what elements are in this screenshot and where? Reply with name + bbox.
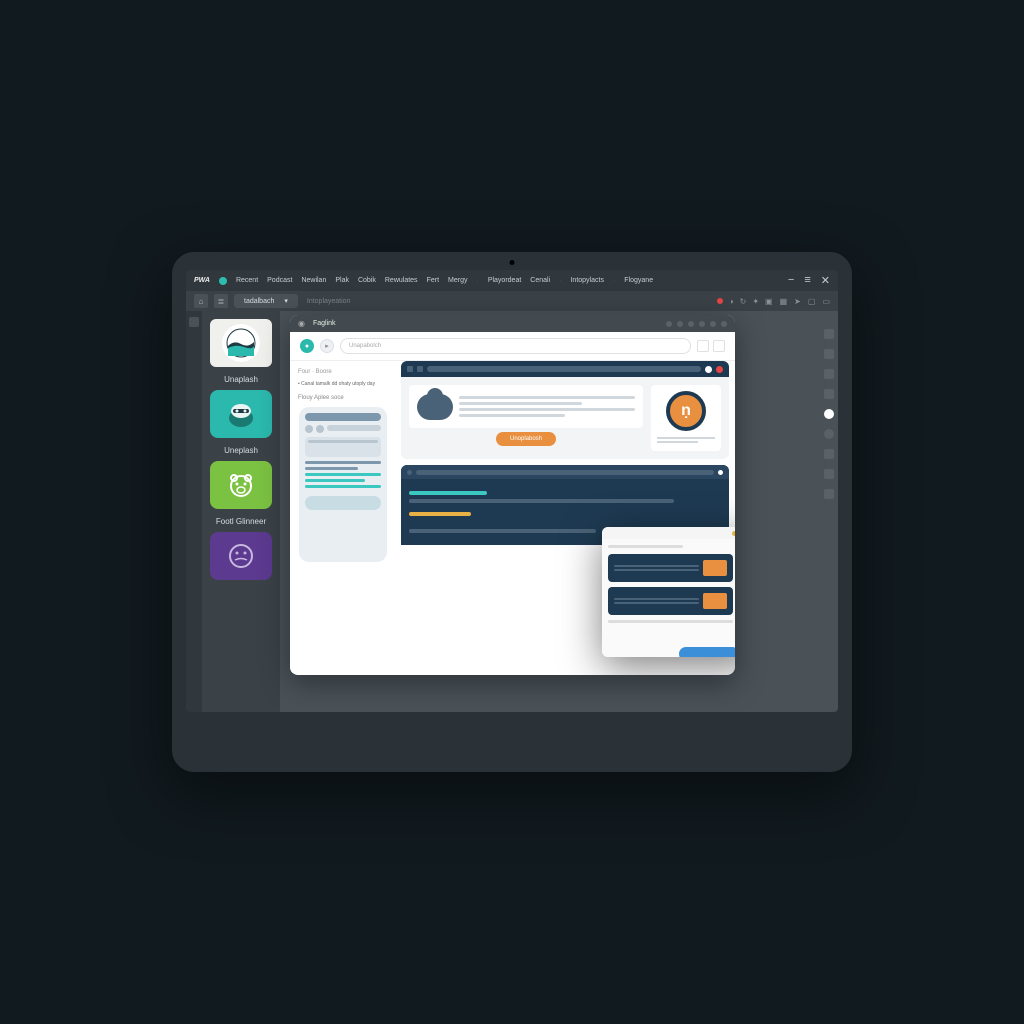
sidebar: Unaplash Uneplash Footl Glinneer bbox=[202, 311, 280, 712]
sidebar-tile-unsplash[interactable] bbox=[210, 319, 272, 367]
dot-icon[interactable] bbox=[666, 321, 672, 327]
layers-icon[interactable]: ▣ bbox=[765, 297, 773, 306]
box-icon[interactable]: ▢ bbox=[808, 297, 816, 306]
brand-badge-icon: ṇ bbox=[666, 391, 706, 431]
sidebar-label: Uneplash bbox=[224, 446, 258, 455]
chart-icon[interactable]: ◑ bbox=[729, 297, 734, 306]
menu-icon[interactable] bbox=[713, 340, 725, 352]
panel-icon[interactable] bbox=[824, 389, 834, 399]
browser-title: Faglink bbox=[313, 320, 336, 327]
sidebar-tile-robot[interactable] bbox=[210, 390, 272, 438]
panel-icon[interactable] bbox=[824, 349, 834, 359]
close-icon[interactable]: ✕ bbox=[821, 274, 830, 287]
action-pill-button[interactable] bbox=[679, 647, 735, 657]
menubar: PWA Recent Podcast Newilan Plak Cobik Re… bbox=[186, 270, 838, 291]
wave-logo-icon bbox=[222, 324, 260, 362]
sidebar-tile-face[interactable] bbox=[210, 532, 272, 580]
rail-icon[interactable] bbox=[189, 317, 199, 327]
wand-icon[interactable]: ✦ bbox=[752, 297, 759, 306]
breadcrumb-item[interactable]: Flogyane bbox=[624, 277, 653, 284]
menu-item[interactable]: Newilan bbox=[301, 277, 326, 284]
toolbar: ⌂ ≣ tadalbach▾ Intoplayeation ◑ ↻ ✦ ▣ ▦ … bbox=[186, 291, 838, 311]
list-icon[interactable]: ≣ bbox=[214, 294, 228, 308]
dot-icon[interactable] bbox=[721, 321, 727, 327]
bookmark-icon[interactable] bbox=[697, 340, 709, 352]
breadcrumb-item[interactable]: Intopylacts bbox=[570, 277, 603, 284]
breadcrumb[interactable]: Four · Boore bbox=[298, 369, 387, 375]
status-dot-icon bbox=[219, 277, 227, 285]
home-icon[interactable]: ⌂ bbox=[194, 294, 208, 308]
window-controls bbox=[666, 321, 727, 327]
menu-item[interactable]: Fert bbox=[427, 277, 439, 284]
canvas-area[interactable]: ◉ Faglink ● ▸ Unapabolch Four · Boore • … bbox=[280, 311, 838, 712]
list-item[interactable] bbox=[608, 587, 733, 615]
menu-item[interactable]: Rewulates bbox=[385, 277, 418, 284]
panel-icon[interactable] bbox=[824, 409, 834, 419]
menu-item[interactable]: Recent bbox=[236, 277, 258, 284]
address-field[interactable]: Intoplayeation bbox=[304, 295, 711, 308]
forward-button[interactable]: ▸ bbox=[320, 339, 334, 353]
menu-item[interactable]: Cobik bbox=[358, 277, 376, 284]
panel-icon[interactable] bbox=[824, 429, 834, 439]
dot-icon[interactable] bbox=[677, 321, 683, 327]
panel-icon[interactable] bbox=[824, 329, 834, 339]
panel-icon[interactable] bbox=[824, 449, 834, 459]
more-icon[interactable]: ▭ bbox=[822, 297, 830, 306]
back-button[interactable]: ● bbox=[300, 339, 314, 353]
grid-icon[interactable]: ▦ bbox=[780, 297, 788, 306]
browser-titlebar[interactable]: ◉ Faglink bbox=[290, 315, 735, 332]
minimize-icon[interactable]: − bbox=[788, 274, 794, 287]
active-tab[interactable]: tadalbach▾ bbox=[234, 294, 298, 308]
browser-sidebar: Four · Boore • Canal tamalk dd ohaty uto… bbox=[290, 361, 395, 673]
send-icon[interactable]: ➤ bbox=[794, 297, 801, 306]
floating-panel[interactable]: ▾▾▾ bbox=[602, 527, 735, 657]
orange-button[interactable]: Unoplabosh bbox=[496, 432, 556, 446]
app-window: PWA Recent Podcast Newilan Plak Cobik Re… bbox=[186, 270, 838, 712]
sidebar-label: Footl Glinneer bbox=[216, 517, 266, 526]
embedded-browser: ◉ Faglink ● ▸ Unapabolch Four · Boore • … bbox=[290, 315, 735, 675]
breadcrumb-item[interactable]: Playordeat bbox=[488, 277, 521, 284]
dot-icon[interactable] bbox=[699, 321, 705, 327]
url-input[interactable]: Unapabolch bbox=[340, 338, 691, 354]
panel-icon[interactable] bbox=[824, 469, 834, 479]
record-icon[interactable] bbox=[717, 298, 723, 304]
dot-icon[interactable] bbox=[688, 321, 694, 327]
dot-icon[interactable] bbox=[710, 321, 716, 327]
list-item[interactable] bbox=[608, 554, 733, 582]
menu-item[interactable]: Plak bbox=[335, 277, 349, 284]
phone-header bbox=[305, 413, 381, 421]
hamburger-icon[interactable]: ≡ bbox=[804, 274, 810, 287]
panel-icon[interactable] bbox=[824, 369, 834, 379]
breadcrumb-item[interactable]: Cenali bbox=[530, 277, 550, 284]
browser-address-bar: ● ▸ Unapabolch bbox=[290, 332, 735, 361]
menu-item[interactable]: Podcast bbox=[267, 277, 292, 284]
camera-dot bbox=[510, 260, 515, 265]
menu-item[interactable]: Mergy bbox=[448, 277, 467, 284]
app-logo: PWA bbox=[194, 277, 210, 284]
tablet-frame: PWA Recent Podcast Newilan Plak Cobik Re… bbox=[172, 252, 852, 772]
list-item[interactable]: • Canal tamalk dd ohaty utoply day bbox=[298, 381, 387, 387]
section-label: Flouy Aplee soce bbox=[298, 395, 387, 401]
cloud-icon bbox=[417, 394, 453, 420]
sidebar-tile-pig[interactable] bbox=[210, 461, 272, 509]
workspace: Unaplash Uneplash Footl Glinneer ◉ bbox=[186, 311, 838, 712]
panel-icon[interactable] bbox=[824, 489, 834, 499]
phone-cta-button bbox=[305, 496, 381, 510]
sidebar-label: Unaplash bbox=[224, 375, 258, 384]
right-rail bbox=[824, 329, 834, 499]
refresh-icon[interactable]: ↻ bbox=[740, 297, 747, 306]
globe-icon: ◉ bbox=[298, 319, 305, 328]
mockup-card-1: Unoplabosh ṇ bbox=[401, 361, 729, 459]
phone-mockup bbox=[299, 407, 387, 562]
left-rail bbox=[186, 311, 202, 712]
